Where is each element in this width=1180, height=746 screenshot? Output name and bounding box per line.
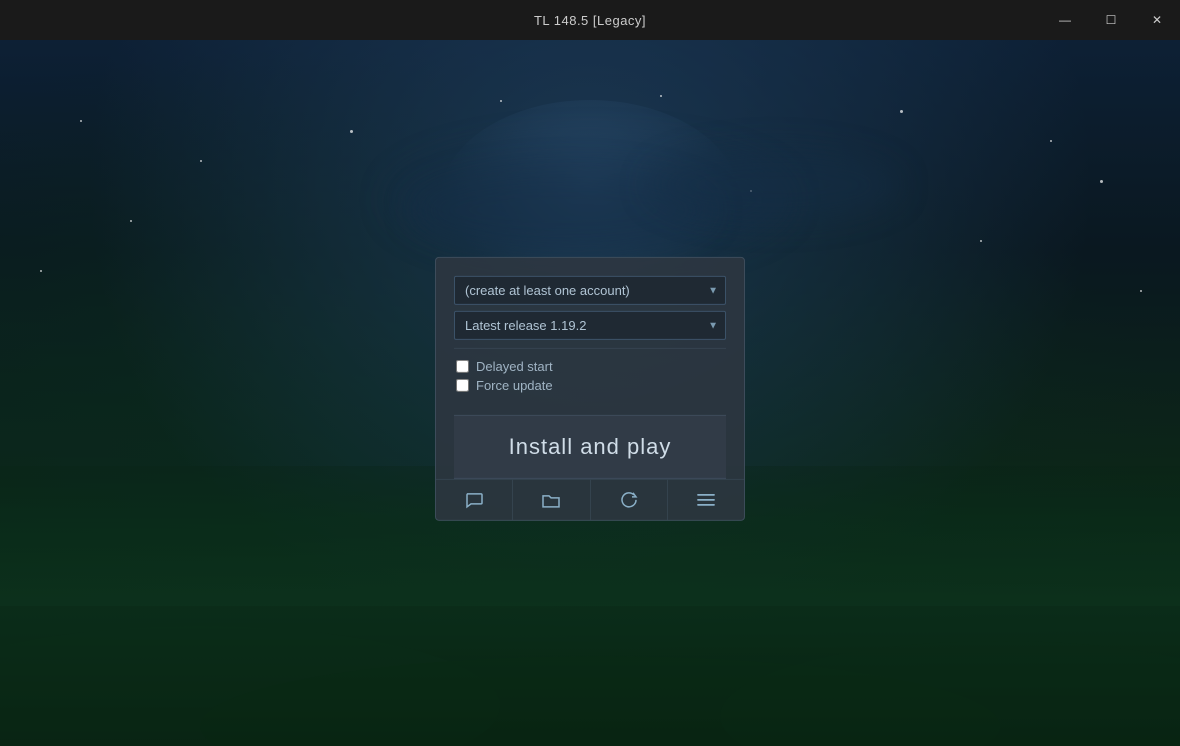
star [80, 120, 82, 122]
install-play-button[interactable]: Install and play [454, 415, 726, 479]
star [130, 220, 132, 222]
options-section: Delayed start Force update [454, 348, 726, 407]
window-controls: — ☐ ✕ [1042, 0, 1180, 40]
folder-button[interactable] [513, 480, 590, 520]
menu-icon [696, 492, 716, 508]
force-update-label: Force update [476, 378, 553, 393]
delayed-start-row[interactable]: Delayed start [456, 359, 724, 374]
bottom-toolbar [436, 479, 744, 520]
star [200, 160, 202, 162]
minimize-button[interactable]: — [1042, 0, 1088, 40]
account-select-wrapper[interactable]: (create at least one account) ▼ [454, 276, 726, 305]
delayed-start-label: Delayed start [476, 359, 553, 374]
titlebar: TL 148.5 [Legacy] — ☐ ✕ [0, 0, 1180, 40]
force-update-row[interactable]: Force update [456, 378, 724, 393]
version-select[interactable]: Latest release 1.19.2 [454, 311, 726, 340]
cloud-layer [649, 150, 899, 220]
folder-icon [541, 490, 561, 510]
menu-button[interactable] [668, 480, 744, 520]
star [980, 240, 982, 242]
star [900, 110, 903, 113]
star [500, 100, 502, 102]
account-select[interactable]: (create at least one account) [454, 276, 726, 305]
window-title: TL 148.5 [Legacy] [534, 13, 646, 28]
close-button[interactable]: ✕ [1134, 0, 1180, 40]
force-update-checkbox[interactable] [456, 379, 469, 392]
star [1050, 140, 1052, 142]
star [350, 130, 353, 133]
refresh-button[interactable] [591, 480, 668, 520]
star [40, 270, 42, 272]
delayed-start-checkbox[interactable] [456, 360, 469, 373]
star [660, 95, 662, 97]
version-select-wrapper[interactable]: Latest release 1.19.2 ▼ [454, 311, 726, 340]
star [1100, 180, 1103, 183]
maximize-button[interactable]: ☐ [1088, 0, 1134, 40]
refresh-icon [619, 490, 639, 510]
chat-button[interactable] [436, 480, 513, 520]
dialog-panel: (create at least one account) ▼ Latest r… [435, 257, 745, 521]
chat-icon [464, 490, 484, 510]
star [1140, 290, 1142, 292]
